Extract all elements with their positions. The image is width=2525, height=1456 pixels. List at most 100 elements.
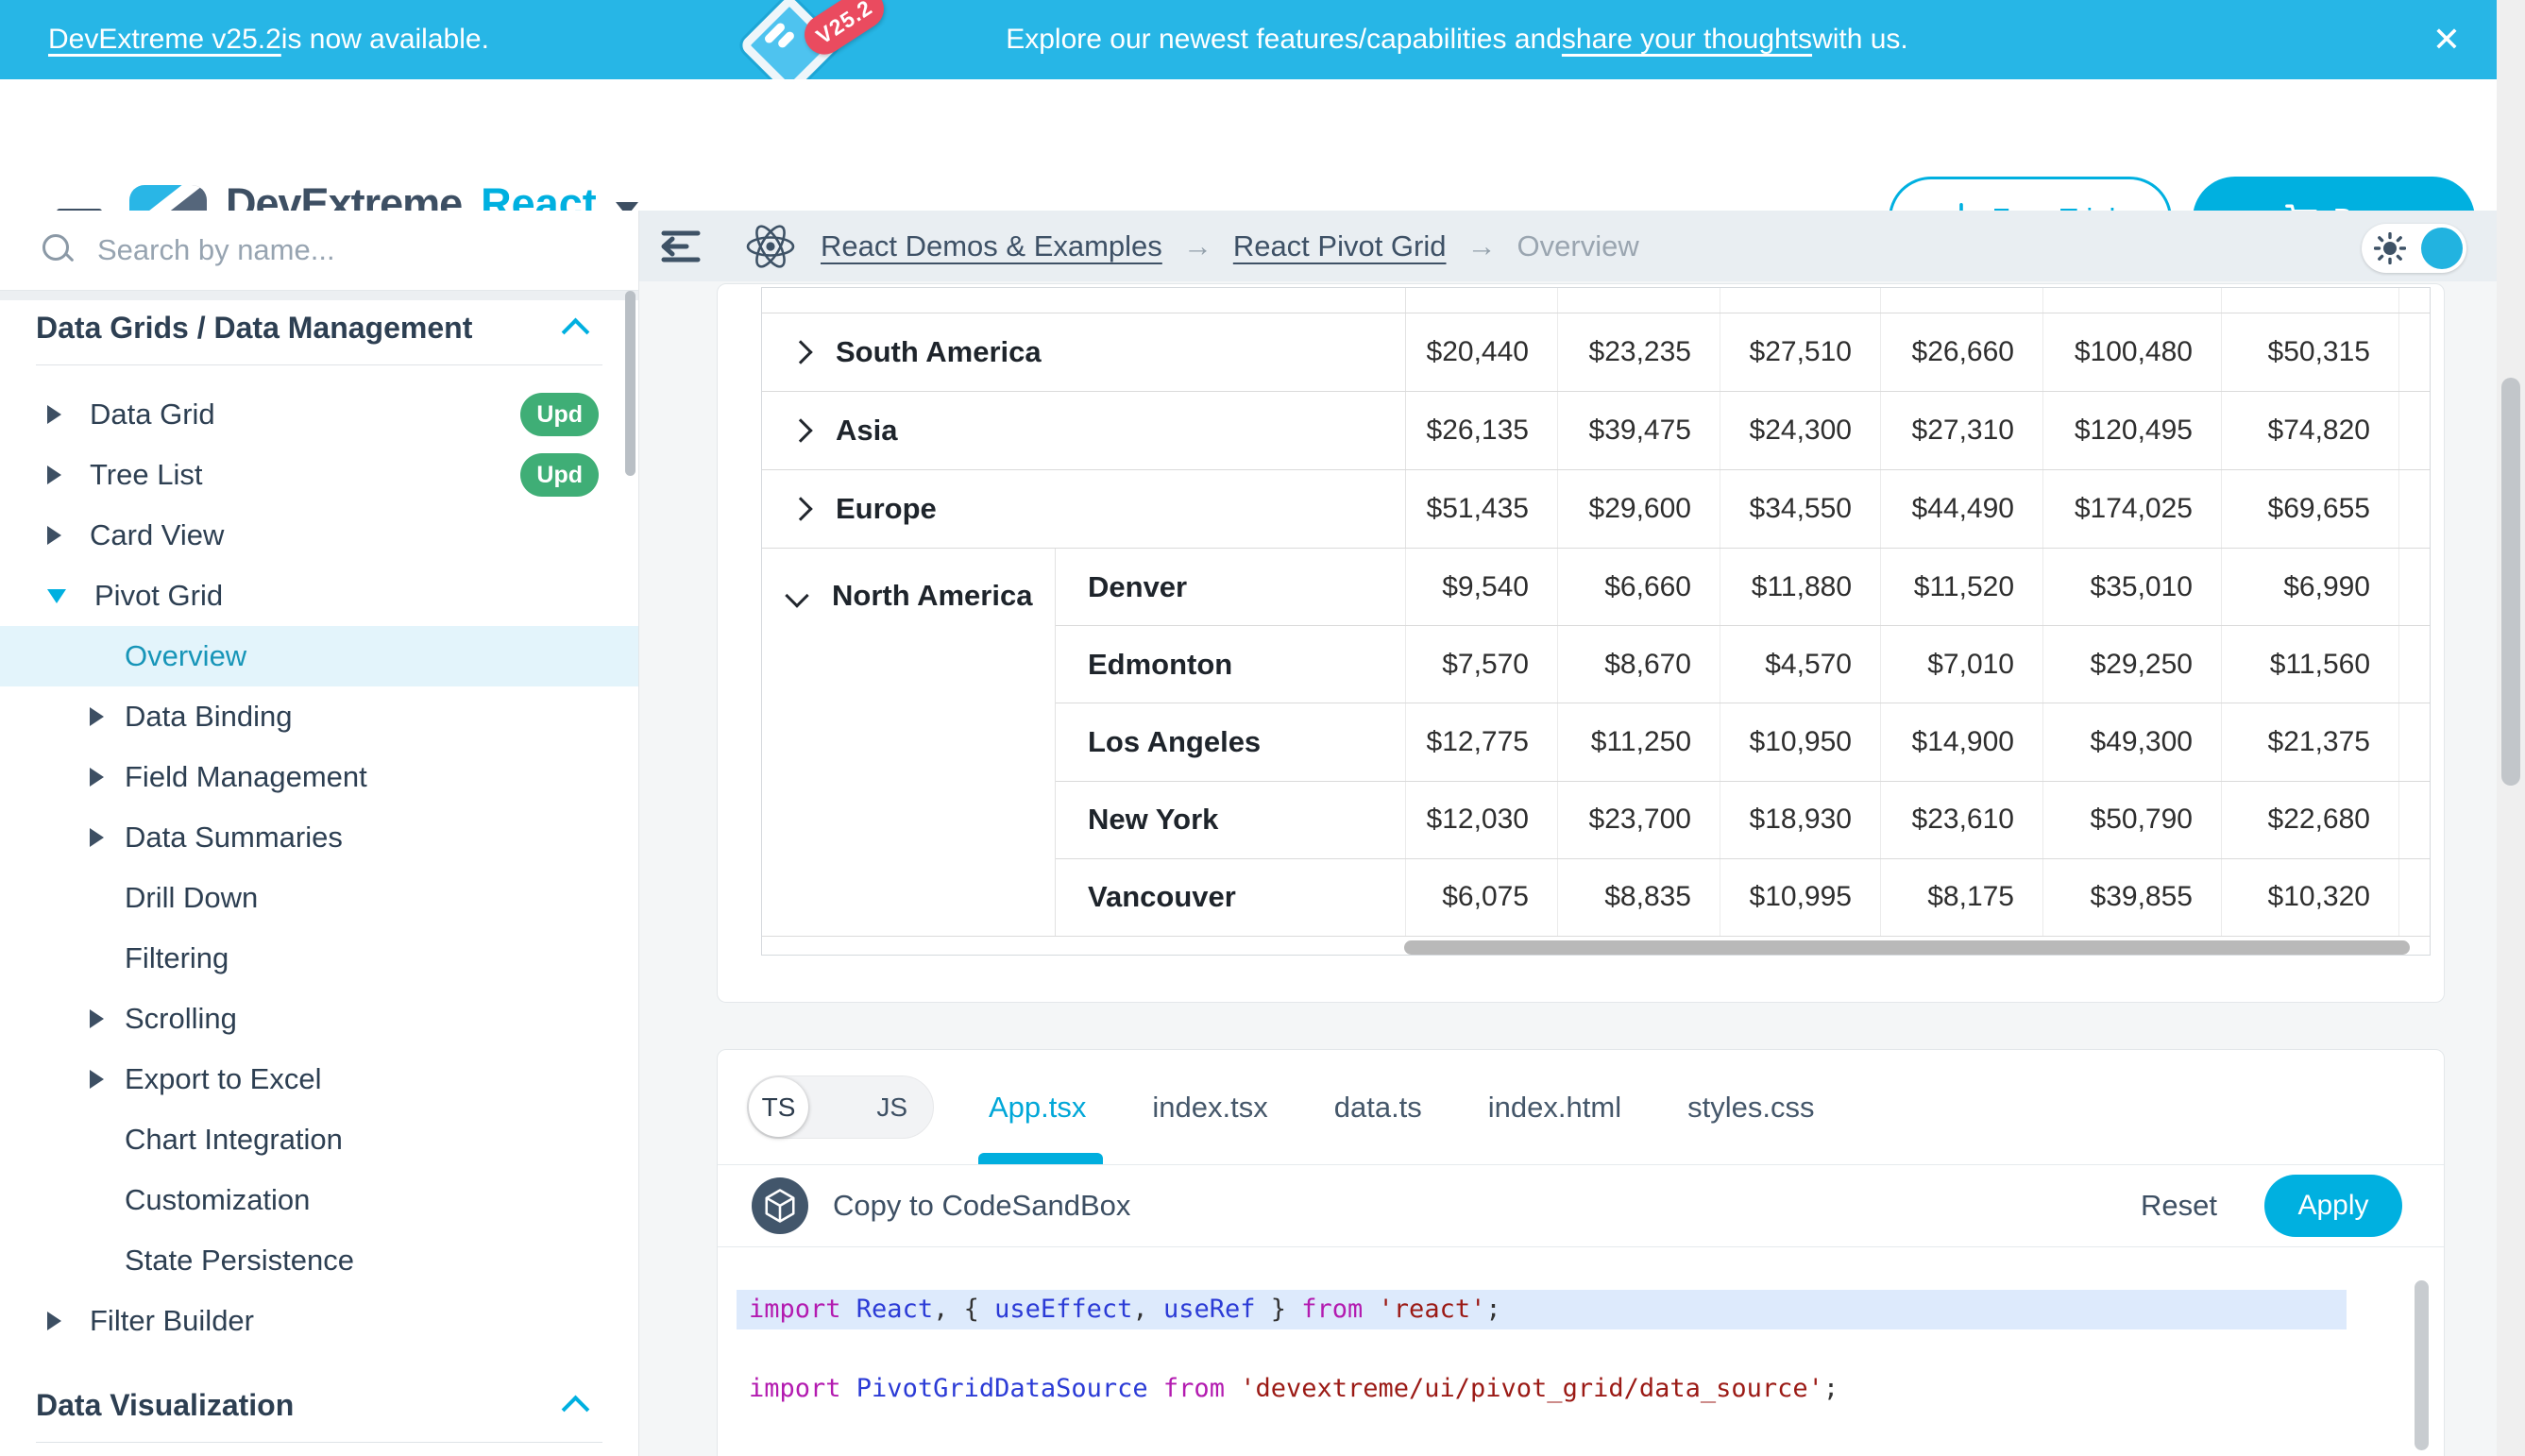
pivot-stub-cell [2399, 288, 2430, 313]
demo-card: South America$20,440$23,235$27,510$26,66… [717, 283, 2445, 1003]
sidebar-section-data-grids[interactable]: Data Grids / Data Management [0, 300, 638, 355]
codesandbox-icon[interactable] [752, 1177, 808, 1234]
sidebar-item-data-binding[interactable]: Data Binding [0, 686, 638, 747]
sidebar-item-label: Card View [90, 518, 224, 552]
chevron-right-icon [47, 526, 61, 545]
pivot-row-header[interactable]: Los Angeles [1056, 703, 1406, 780]
search-input[interactable] [95, 232, 552, 268]
pivot-row-header[interactable]: Europe [762, 470, 1406, 548]
sidebar-item-label: Chart Integration [125, 1123, 343, 1157]
sidebar-item-data-grid[interactable]: Data GridUpd [0, 384, 638, 445]
sidebar-item-label: Filter Builder [90, 1304, 254, 1338]
sidebar-item-label: State Persistence [125, 1244, 354, 1278]
pivot-row-header[interactable]: Asia [762, 392, 1406, 469]
theme-toggle-knob[interactable] [2421, 228, 2463, 269]
sidebar-scrollbar-thumb[interactable] [625, 291, 635, 476]
breadcrumb-bar: React Demos & Examples → React Pivot Gri… [639, 211, 2497, 281]
tab-app-tsx[interactable]: App.tsx [989, 1091, 1086, 1125]
pivot-row-label: South America [836, 335, 1042, 369]
pivot-value-cell: $20,440 [1406, 313, 1558, 391]
code-line [749, 1409, 2347, 1448]
pivot-value-cell [1881, 288, 2043, 313]
language-toggle-js[interactable]: JS [876, 1076, 907, 1138]
react-logo-icon [745, 221, 796, 272]
pivot-stub-cell [2399, 782, 2430, 858]
code-area[interactable]: import React, { useEffect, useRef } from… [718, 1247, 2444, 1456]
language-toggle-ts[interactable]: TS [749, 1077, 808, 1137]
devextreme-cube-logo: V25.2 [720, 2, 899, 77]
tab-index-tsx[interactable]: index.tsx [1152, 1091, 1267, 1125]
collapse-sidebar-icon[interactable] [660, 229, 702, 264]
pivot-row-header[interactable]: Denver [1056, 549, 1406, 625]
sidebar-item-scrolling[interactable]: Scrolling [0, 989, 638, 1049]
tab-styles-css[interactable]: styles.css [1687, 1091, 1814, 1125]
banner-version-link[interactable]: DevExtreme v25.2 [48, 24, 281, 56]
sidebar-item-filtering[interactable]: Filtering [0, 928, 638, 989]
apply-button[interactable]: Apply [2264, 1175, 2402, 1237]
pivot-value-cell: $9,540 [1406, 549, 1558, 625]
divider [36, 1442, 602, 1443]
tab-data-ts[interactable]: data.ts [1334, 1091, 1422, 1125]
code-panel-header: TS JS App.tsx index.tsx data.ts index.html s… [718, 1050, 2444, 1165]
pivot-stub-cell [2399, 470, 2430, 548]
theme-toggle[interactable] [2362, 224, 2466, 273]
pivot-row-header[interactable]: Edmonton [1056, 626, 1406, 703]
sidebar-item-customization[interactable]: Customization [0, 1170, 638, 1230]
sun-icon [2374, 232, 2406, 269]
pivot-value-cell: $174,025 [2043, 470, 2222, 548]
breadcrumb-separator: → [1467, 229, 1497, 263]
sidebar-item-drill-down[interactable]: Drill Down [0, 868, 638, 928]
active-file-tab-underline [978, 1153, 1103, 1164]
share-thoughts-link[interactable]: share your thoughts [1562, 24, 1812, 56]
sidebar-item-data-summaries[interactable]: Data Summaries [0, 807, 638, 868]
sidebar-item-filter-builder[interactable]: Filter Builder [0, 1291, 638, 1351]
close-icon[interactable]: ✕ [2414, 0, 2480, 79]
chevron-right-icon [47, 1312, 61, 1330]
pivot-row-header[interactable]: New York [1056, 782, 1406, 858]
sidebar-item-tree-list[interactable]: Tree ListUpd [0, 445, 638, 505]
horizontal-scrollbar-thumb[interactable] [1404, 940, 2410, 955]
pivot-value-cell: $11,250 [1558, 703, 1720, 780]
sidebar-item-overview[interactable]: Overview [0, 626, 638, 686]
sidebar-item-list: Data GridUpdTree ListUpd Card View Pivot G… [0, 384, 638, 1351]
divider [36, 364, 602, 365]
code-scrollbar-thumb[interactable] [2415, 1280, 2429, 1450]
sidebar-section-data-visualization[interactable]: Data Visualization [0, 1378, 638, 1432]
pivot-value-cell [2222, 288, 2399, 313]
page-scrollbar-thumb[interactable] [2501, 378, 2520, 786]
language-toggle[interactable]: TS JS [747, 1075, 934, 1139]
breadcrumb-separator: → [1183, 229, 1212, 263]
pivot-region-row-asia: Asia$26,135$39,475$24,300$27,310$120,495… [762, 392, 2430, 470]
pivot-row-header[interactable]: South America [762, 313, 1406, 391]
upd-badge: Upd [520, 393, 599, 436]
chevron-up-icon[interactable] [562, 317, 590, 346]
pivot-value-cell: $74,820 [2222, 392, 2399, 469]
pivot-row-header[interactable]: Vancouver [1056, 859, 1406, 936]
breadcrumb-link-pivot-grid[interactable]: React Pivot Grid [1233, 229, 1447, 263]
sidebar-item-state-persistence[interactable]: State Persistence [0, 1230, 638, 1291]
pivot-value-cell: $23,700 [1558, 782, 1720, 858]
sidebar-item-label: Data Summaries [125, 821, 343, 855]
collapse-icon[interactable] [785, 584, 808, 607]
sidebar-item-card-view[interactable]: Card View [0, 505, 638, 566]
sidebar-item-field-management[interactable]: Field Management [0, 747, 638, 807]
breadcrumb-link-demos[interactable]: React Demos & Examples [821, 229, 1162, 263]
sidebar-item-label: Data Binding [125, 700, 293, 734]
reset-button[interactable]: Reset [2141, 1189, 2217, 1223]
chevron-up-icon[interactable] [562, 1395, 590, 1423]
sidebar-item-export-to-excel[interactable]: Export to Excel [0, 1049, 638, 1109]
sidebar-item-chart-integration[interactable]: Chart Integration [0, 1109, 638, 1170]
pivot-row-header[interactable]: North America [762, 549, 1056, 936]
chevron-right-icon [90, 1070, 104, 1089]
tab-index-html[interactable]: index.html [1488, 1091, 1621, 1125]
pivot-value-cell: $34,550 [1720, 470, 1881, 548]
pivot-value-cell: $49,300 [2043, 703, 2222, 780]
expand-icon[interactable] [788, 418, 812, 442]
expand-icon[interactable] [788, 340, 812, 364]
copy-to-codesandbox-label[interactable]: Copy to CodeSandBox [833, 1189, 1130, 1223]
pivot-value-cell: $7,570 [1406, 626, 1558, 703]
code-line: import PivotGridDataSource from 'devextr… [749, 1369, 2347, 1409]
sidebar-item-pivot-grid[interactable]: Pivot Grid [0, 566, 638, 626]
expand-icon[interactable] [788, 497, 812, 520]
file-tabs: App.tsx index.tsx data.ts index.html styles.… [989, 1091, 1814, 1125]
